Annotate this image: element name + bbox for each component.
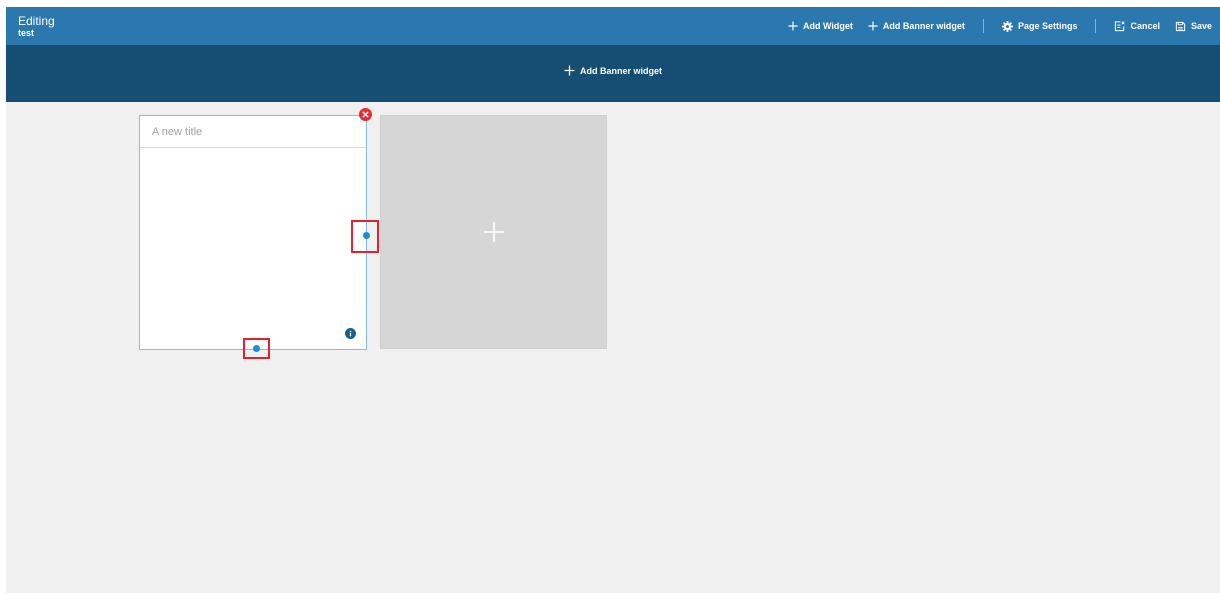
add-widget-button[interactable]: Add Widget	[788, 21, 853, 31]
cancel-icon	[1115, 20, 1126, 31]
close-icon	[362, 111, 369, 118]
page-title-block: Editing test	[18, 15, 55, 39]
top-bar: Editing test Add Widget Add Banner widge…	[6, 7, 1220, 45]
save-label: Save	[1190, 21, 1212, 31]
toolbar-divider	[1095, 19, 1097, 33]
plus-icon	[868, 21, 878, 31]
banner-add-banner-widget-label: Add Banner widget	[580, 65, 663, 76]
widget-title-input[interactable]	[140, 116, 366, 148]
plus-icon	[788, 21, 798, 31]
save-icon	[1175, 21, 1186, 31]
add-banner-widget-label: Add Banner widget	[882, 21, 965, 31]
info-icon	[349, 330, 352, 337]
cancel-button[interactable]: Cancel	[1114, 20, 1160, 32]
toolbar-actions: Add Widget Add Banner widget Page Settin…	[788, 7, 1212, 45]
plus-icon	[564, 65, 575, 76]
editing-mode-label: Editing	[18, 14, 55, 28]
banner-add-banner-widget-button[interactable]: Add Banner widget	[564, 65, 662, 76]
page-settings-label: Page Settings	[1017, 21, 1078, 31]
widget-card[interactable]	[139, 115, 367, 350]
bottom-resize-handle[interactable]	[253, 345, 260, 352]
save-button[interactable]: Save	[1175, 21, 1212, 32]
plus-icon	[483, 222, 504, 242]
page-settings-button[interactable]: Page Settings	[1001, 20, 1078, 32]
add-widget-label: Add Widget	[803, 21, 853, 31]
add-widget-tile[interactable]	[380, 115, 607, 349]
editor-frame: Editing test Add Widget Add Banner widge…	[6, 7, 1220, 593]
add-banner-widget-button[interactable]: Add Banner widget	[868, 21, 965, 31]
right-resize-handle[interactable]	[363, 232, 370, 239]
remove-widget-button[interactable]	[359, 108, 372, 121]
toolbar-divider	[982, 19, 984, 33]
gear-icon	[1001, 20, 1013, 32]
cancel-label: Cancel	[1130, 21, 1160, 31]
widget-info-button[interactable]	[345, 328, 356, 339]
banner-area: Add Banner widget	[6, 45, 1220, 102]
page-name: test	[18, 28, 35, 38]
